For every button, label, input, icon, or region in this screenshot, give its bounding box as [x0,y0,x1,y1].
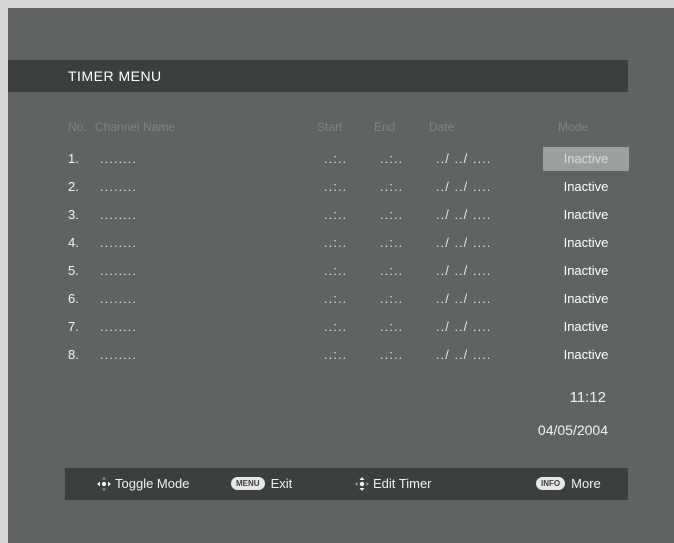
channel-name: ........ [100,263,137,278]
timer-date: ../ ../ .... [436,263,492,278]
timer-date: ../ ../ .... [436,151,492,166]
end-time: ..:.. [380,263,404,278]
end-time: ..:.. [380,179,404,194]
hint-exit-label: Exit [270,476,293,491]
row-number: 4. [68,235,79,250]
mode-toggle[interactable]: Inactive [543,147,629,171]
timer-row-4[interactable]: 4. ........ ..:.. ..:.. ../ ../ .... Ina… [8,232,648,256]
channel-name: ........ [100,291,137,306]
channel-name: ........ [100,319,137,334]
timer-row-8[interactable]: 8. ........ ..:.. ..:.. ../ ../ .... Ina… [8,344,648,368]
dpad-left-right-icon [97,476,111,491]
menu-key-icon: MENU [231,477,265,490]
start-time: ..:.. [324,263,348,278]
mode-toggle[interactable]: Inactive [543,259,629,283]
title-bar: TIMER MENU [8,60,628,92]
end-time: ..:.. [380,347,404,362]
column-header-channel: Channel Name [95,120,176,134]
row-number: 8. [68,347,79,362]
row-number: 2. [68,179,79,194]
tv-screen: TIMER MENU No. Channel Name Start End Da… [8,8,674,543]
start-time: ..:.. [324,207,348,222]
timer-row-1[interactable]: 1. ........ ..:.. ..:.. ../ ../ .... Ina… [8,147,648,172]
column-header-date: Date [429,120,455,134]
end-time: ..:.. [380,319,404,334]
mode-toggle[interactable]: Inactive [543,343,629,367]
hint-exit: MENU Exit [231,476,292,491]
column-header-end: End [374,120,396,134]
timer-date: ../ ../ .... [436,319,492,334]
row-number: 1. [68,151,79,166]
dpad-up-down-icon [355,476,369,491]
hint-toggle-mode: Toggle Mode [97,476,189,491]
start-time: ..:.. [324,235,348,250]
start-time: ..:.. [324,347,348,362]
mode-toggle[interactable]: Inactive [543,315,629,339]
start-time: ..:.. [324,151,348,166]
mode-toggle[interactable]: Inactive [543,175,629,199]
column-header-start: Start [317,120,343,134]
timer-date: ../ ../ .... [436,291,492,306]
timer-row-2[interactable]: 2. ........ ..:.. ..:.. ../ ../ .... Ina… [8,176,648,200]
timer-row-5[interactable]: 5. ........ ..:.. ..:.. ../ ../ .... Ina… [8,260,648,284]
channel-name: ........ [100,179,137,194]
channel-name: ........ [100,235,137,250]
channel-name: ........ [100,151,137,166]
start-time: ..:.. [324,291,348,306]
hint-toggle-mode-label: Toggle Mode [115,476,190,491]
column-header-mode: Mode [558,120,589,134]
start-time: ..:.. [324,179,348,194]
channel-name: ........ [100,347,137,362]
hint-more-label: More [571,476,601,491]
end-time: ..:.. [380,207,404,222]
timer-date: ../ ../ .... [436,179,492,194]
hint-more: INFO More [536,476,601,491]
current-date: 04/05/2004 [537,422,608,438]
start-time: ..:.. [324,319,348,334]
row-number: 7. [68,319,79,334]
info-key-icon: INFO [536,477,566,490]
end-time: ..:.. [380,291,404,306]
timer-date: ../ ../ .... [436,207,492,222]
timer-row-3[interactable]: 3. ........ ..:.. ..:.. ../ ../ .... Ina… [8,204,648,228]
mode-toggle[interactable]: Inactive [543,287,629,311]
end-time: ..:.. [380,235,404,250]
column-header-no: No. [68,120,87,134]
timer-date: ../ ../ .... [436,347,492,362]
end-time: ..:.. [380,151,404,166]
hint-edit-timer: Edit Timer [355,476,432,491]
mode-toggle[interactable]: Inactive [543,231,629,255]
hint-edit-timer-label: Edit Timer [373,476,432,491]
row-number: 5. [68,263,79,278]
timer-date: ../ ../ .... [436,235,492,250]
timer-row-7[interactable]: 7. ........ ..:.. ..:.. ../ ../ .... Ina… [8,316,648,340]
row-number: 3. [68,207,79,222]
page-title: TIMER MENU [68,68,162,84]
row-number: 6. [68,291,79,306]
clock: 11:12 [569,389,606,406]
help-bar: Toggle Mode MENU Exit Edit Timer INFO Mo… [65,468,628,500]
timer-row-6[interactable]: 6. ........ ..:.. ..:.. ../ ../ .... Ina… [8,288,648,312]
mode-toggle[interactable]: Inactive [543,203,629,227]
channel-name: ........ [100,207,137,222]
